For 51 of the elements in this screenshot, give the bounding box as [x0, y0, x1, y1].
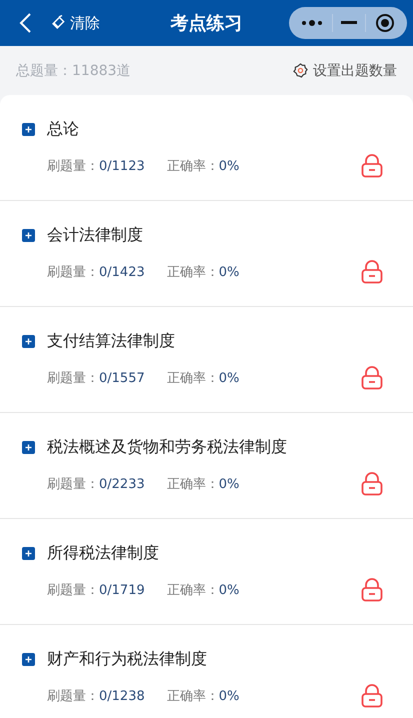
- lock-icon[interactable]: [361, 154, 383, 178]
- expand-icon[interactable]: [22, 440, 35, 454]
- accuracy-value: 0%: [218, 370, 240, 386]
- close-icon[interactable]: [374, 13, 395, 33]
- accuracy-value: 0%: [218, 582, 240, 598]
- expand-icon[interactable]: [22, 228, 35, 242]
- accuracy-label: 正确率：: [166, 476, 219, 493]
- lock-icon[interactable]: [361, 578, 383, 602]
- count-value: 0/1123: [99, 158, 145, 174]
- chapter-title[interactable]: 总论: [47, 118, 79, 140]
- accuracy-label: 正确率：: [166, 582, 219, 599]
- accuracy-label: 正确率：: [166, 158, 219, 175]
- page-title: 考点练习: [170, 12, 242, 35]
- accuracy-value: 0%: [218, 688, 240, 704]
- accuracy-value: 0%: [218, 476, 240, 492]
- chapter-title[interactable]: 财产和行为税法律制度: [47, 648, 207, 670]
- settings-icon: [293, 63, 308, 78]
- more-icon[interactable]: [301, 19, 324, 27]
- expand-icon[interactable]: [22, 334, 35, 348]
- accuracy-label: 正确率：: [166, 688, 219, 705]
- lock-icon[interactable]: [361, 684, 383, 708]
- chapter-title[interactable]: 税法概述及货物和劳务税法律制度: [47, 436, 287, 458]
- chapter-title[interactable]: 所得税法律制度: [47, 542, 159, 564]
- expand-icon[interactable]: [22, 652, 35, 666]
- count-label: 刷题量：: [47, 158, 99, 175]
- count-label: 刷题量：: [47, 370, 99, 387]
- accuracy-value: 0%: [218, 158, 240, 174]
- back-icon[interactable]: [18, 12, 32, 34]
- count-value: 0/1423: [99, 264, 145, 280]
- chapter-title[interactable]: 会计法律制度: [47, 224, 143, 246]
- expand-icon[interactable]: [22, 122, 35, 136]
- expand-icon[interactable]: [22, 546, 35, 560]
- count-value: 0/1557: [99, 370, 145, 386]
- settings-button[interactable]: 设置出题数量: [293, 62, 397, 80]
- count-label: 刷题量：: [47, 688, 99, 705]
- minimize-icon[interactable]: [340, 21, 357, 25]
- count-label: 刷题量：: [47, 476, 99, 493]
- lock-icon[interactable]: [361, 260, 383, 284]
- count-label: 刷题量：: [47, 264, 99, 281]
- accuracy-value: 0%: [218, 264, 240, 280]
- chapter-title[interactable]: 支付结算法律制度: [47, 330, 175, 352]
- lock-icon[interactable]: [361, 472, 383, 496]
- count-value: 0/1719: [99, 582, 145, 598]
- accuracy-label: 正确率：: [166, 264, 219, 281]
- count-value: 0/2233: [99, 476, 145, 492]
- total-count: 总题量：11883道: [16, 62, 131, 80]
- lock-icon[interactable]: [361, 366, 383, 390]
- accuracy-label: 正确率：: [166, 370, 219, 387]
- count-label: 刷题量：: [47, 582, 99, 599]
- count-value: 0/1238: [99, 688, 145, 704]
- clear-button[interactable]: 清除: [50, 14, 100, 32]
